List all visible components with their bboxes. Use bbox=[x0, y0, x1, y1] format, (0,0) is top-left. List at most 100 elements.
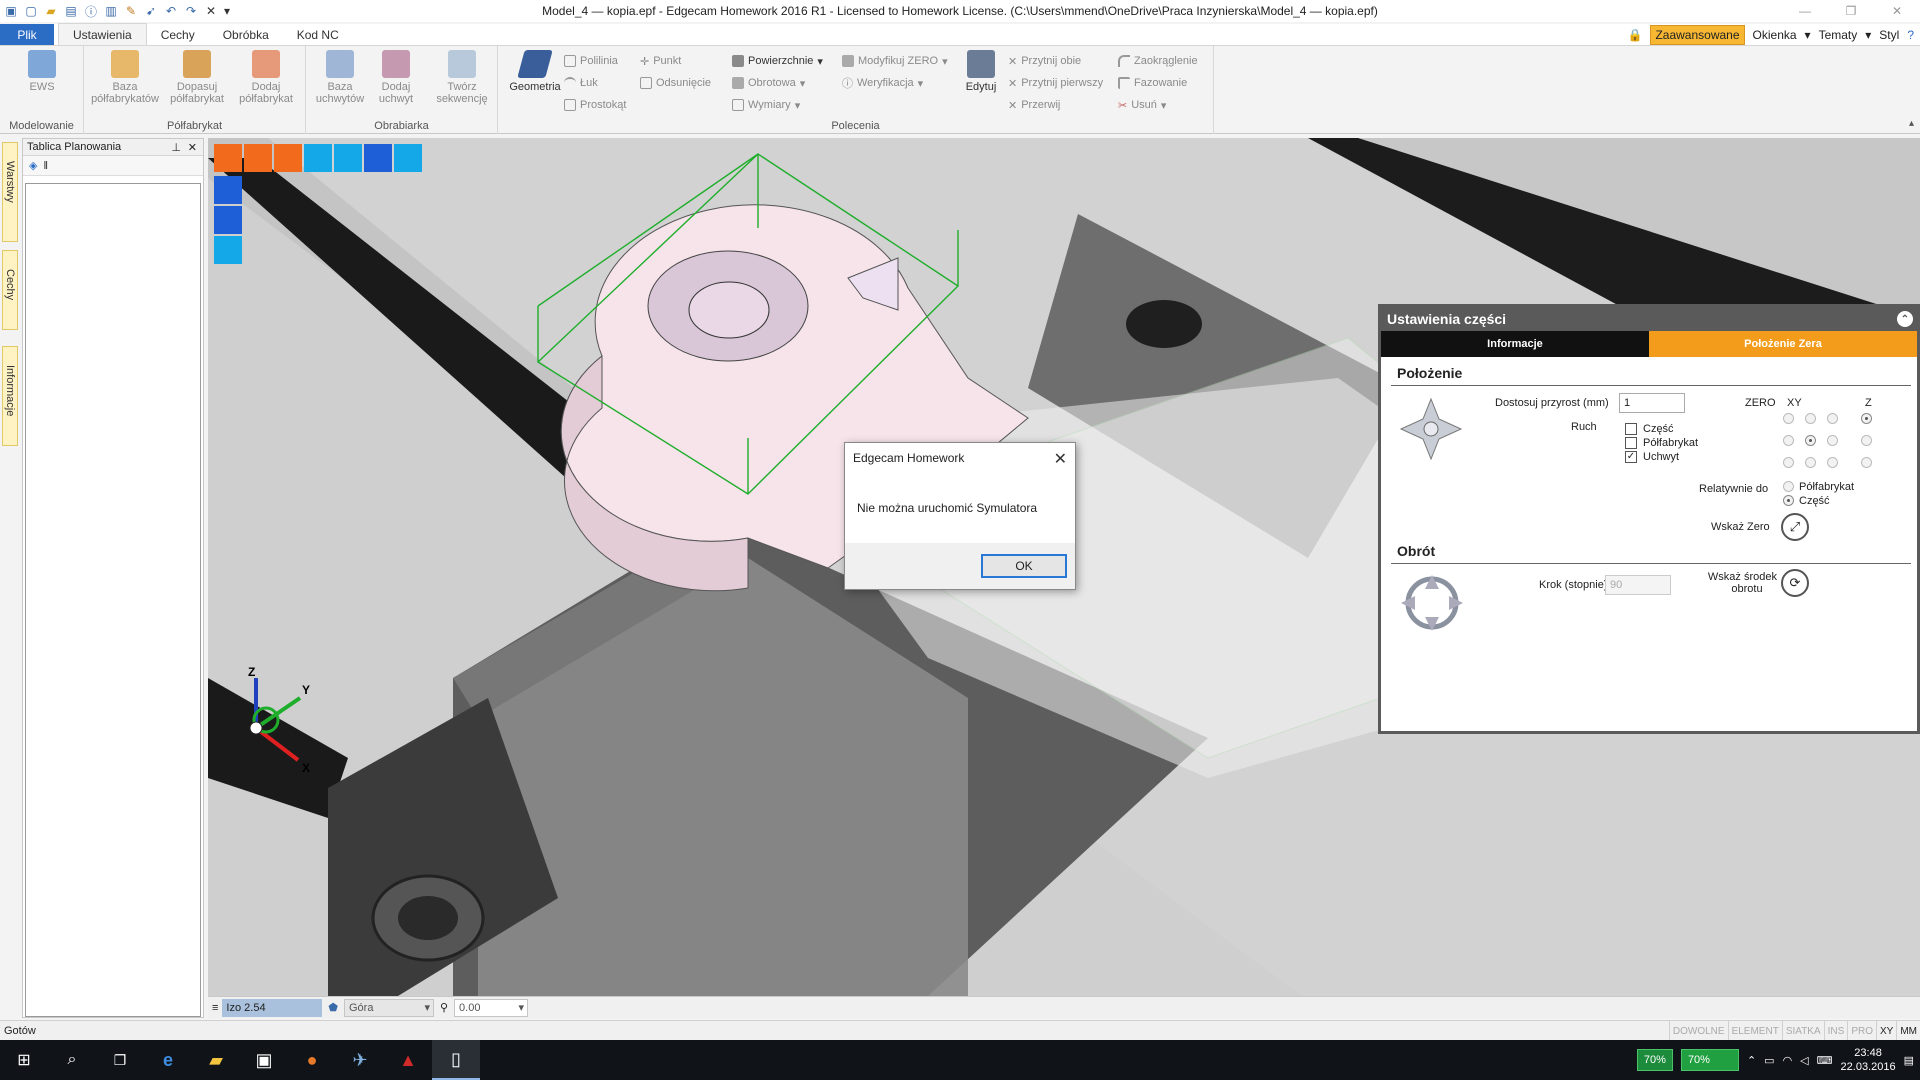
geometry-button[interactable]: Geometria bbox=[504, 50, 566, 93]
battery-indicator[interactable]: 70% bbox=[1680, 1049, 1739, 1071]
status-ins[interactable]: INS bbox=[1823, 1021, 1848, 1041]
lock-icon[interactable]: 🔒 bbox=[1628, 28, 1643, 42]
move-fixture-checkbox[interactable]: ✓ bbox=[1625, 451, 1637, 463]
view-icon[interactable]: ◈ bbox=[29, 159, 37, 172]
offset-button[interactable]: Odsunięcie bbox=[640, 74, 711, 92]
zoom-icon[interactable] bbox=[334, 144, 362, 172]
tab-zero-position[interactable]: Położenie Zera bbox=[1649, 331, 1917, 357]
move-stock-checkbox[interactable] bbox=[1625, 437, 1637, 449]
create-sequence-button[interactable]: Twórz sekwencję bbox=[430, 50, 494, 105]
fillet-button[interactable]: Zaokrąglenie bbox=[1118, 52, 1198, 70]
undo-icon[interactable]: ↶ bbox=[162, 2, 180, 20]
planning-tree[interactable] bbox=[25, 183, 201, 1017]
dropdown-icon[interactable]: ▾ bbox=[1805, 28, 1811, 42]
themes-menu[interactable]: Tematy bbox=[1819, 28, 1858, 42]
search-icon[interactable]: ⌕ bbox=[48, 1040, 96, 1080]
stock-base-button[interactable]: Baza półfabrykatów bbox=[90, 50, 160, 105]
save-icon[interactable]: ▤ bbox=[62, 2, 80, 20]
arc-button[interactable]: Łuk bbox=[564, 74, 598, 92]
collapse-ribbon-icon[interactable]: ▴ bbox=[1909, 118, 1914, 129]
side-tab-features[interactable]: Cechy bbox=[2, 250, 18, 330]
advanced-button[interactable]: Zaawansowane bbox=[1650, 25, 1745, 45]
zero-radio[interactable] bbox=[1861, 457, 1872, 468]
rectangle-button[interactable]: Prostokąt bbox=[564, 96, 626, 114]
tools-icon[interactable]: ✎ bbox=[122, 2, 140, 20]
volume-icon[interactable]: ◁ bbox=[1800, 1054, 1808, 1067]
battery-icon[interactable]: ▭ bbox=[1764, 1054, 1774, 1067]
tab-settings[interactable]: Ustawienia bbox=[58, 23, 147, 45]
pin-icon[interactable]: ⊥ bbox=[171, 141, 181, 154]
pause-icon[interactable]: ‖ bbox=[43, 160, 48, 172]
relative-part-radio[interactable] bbox=[1783, 495, 1794, 506]
break-button[interactable]: ✕ Przerwij bbox=[1008, 96, 1060, 114]
minimize-icon[interactable]: — bbox=[1782, 0, 1828, 22]
language-icon[interactable]: ⌨ bbox=[1817, 1054, 1833, 1067]
status-mm[interactable]: MM bbox=[1896, 1021, 1920, 1041]
depth-input[interactable]: 0.00 ▾ bbox=[454, 998, 529, 1017]
edge-icon[interactable]: e bbox=[144, 1040, 192, 1080]
battery-indicator[interactable]: 70% bbox=[1636, 1049, 1673, 1071]
info-icon[interactable]: ⓘ bbox=[82, 2, 100, 20]
view-select[interactable]: Góra ▾ bbox=[343, 998, 434, 1017]
wifi-icon[interactable]: ◠ bbox=[1783, 1054, 1793, 1067]
chevron-up-icon[interactable]: ⌃ bbox=[1747, 1054, 1756, 1067]
list-icon[interactable] bbox=[364, 144, 392, 172]
acrobat-icon[interactable]: ▲ bbox=[384, 1040, 432, 1080]
increment-input[interactable]: 1 bbox=[1619, 393, 1685, 413]
tab-nc-code[interactable]: Kod NC bbox=[283, 24, 353, 45]
cube-wire-icon[interactable] bbox=[214, 206, 242, 234]
zero-radio[interactable] bbox=[1861, 435, 1872, 446]
surfaces-button[interactable]: Powierzchnie ▾ bbox=[732, 52, 823, 70]
edit-button[interactable]: Edytuj bbox=[960, 50, 1002, 93]
style-menu[interactable]: Styl bbox=[1879, 28, 1899, 42]
zero-radio[interactable] bbox=[1805, 413, 1816, 424]
dimensions-button[interactable]: Wymiary ▾ bbox=[732, 96, 800, 114]
polyline-button[interactable]: Polilinia bbox=[564, 52, 618, 70]
firefox-icon[interactable]: ● bbox=[288, 1040, 336, 1080]
relative-stock-radio[interactable] bbox=[1783, 481, 1794, 492]
collapse-icon[interactable]: ⌃ bbox=[1897, 311, 1913, 327]
trim-first-button[interactable]: ✕ Przytnij pierwszy bbox=[1008, 74, 1103, 92]
tab-file[interactable]: Plik bbox=[0, 24, 54, 45]
customize-qat-icon[interactable]: ▾ bbox=[222, 2, 232, 20]
open-folder-icon[interactable]: ▰ bbox=[42, 2, 60, 20]
status-element[interactable]: ELEMENT bbox=[1727, 1021, 1782, 1041]
grid-icon[interactable] bbox=[394, 144, 422, 172]
zero-radio[interactable] bbox=[1783, 413, 1794, 424]
cancel-icon[interactable]: ✕ bbox=[202, 2, 220, 20]
iso-view-field[interactable]: Izo 2.54 bbox=[222, 998, 323, 1017]
cube-view-icon[interactable] bbox=[214, 176, 242, 204]
tab-information[interactable]: Informacje bbox=[1381, 331, 1649, 357]
tab-features[interactable]: Cechy bbox=[147, 24, 209, 45]
add-fixture-button[interactable]: Dodaj uchwyt bbox=[368, 50, 424, 105]
rotation-button[interactable]: Obrotowa ▾ bbox=[732, 74, 805, 92]
show-rotation-center-button[interactable]: ⟳ bbox=[1781, 569, 1809, 597]
close-window-icon[interactable]: ✕ bbox=[1874, 0, 1920, 22]
verification-button[interactable]: ⓘ Weryfikacja ▾ bbox=[842, 74, 923, 92]
store-icon[interactable]: ▣ bbox=[240, 1040, 288, 1080]
close-icon[interactable]: ✕ bbox=[1054, 449, 1067, 469]
view-solid-icon[interactable] bbox=[214, 144, 242, 172]
status-free[interactable]: DOWOLNE bbox=[1668, 1021, 1728, 1041]
side-tab-information[interactable]: Informacje bbox=[2, 346, 18, 446]
zero-radio[interactable] bbox=[1827, 457, 1838, 468]
notifications-icon[interactable]: ▤ bbox=[1904, 1054, 1914, 1067]
chamfer-button[interactable]: Fazowanie bbox=[1118, 74, 1187, 92]
status-grid[interactable]: SIATKA bbox=[1781, 1021, 1824, 1041]
layers-icon[interactable]: ≡ bbox=[208, 1002, 222, 1014]
redo-icon[interactable]: ↷ bbox=[182, 2, 200, 20]
step-input[interactable]: 90 bbox=[1605, 575, 1671, 595]
fixture-base-button[interactable]: Baza uchwytów bbox=[312, 50, 368, 105]
modify-zero-button[interactable]: Modyfikuj ZERO ▾ bbox=[842, 52, 948, 70]
status-xy[interactable]: XY bbox=[1875, 1021, 1896, 1041]
zero-radio[interactable] bbox=[1805, 457, 1816, 468]
delete-button[interactable]: ✂ Usuń ▾ bbox=[1118, 96, 1166, 114]
edgecam-taskbar-icon[interactable]: ▯ bbox=[432, 1040, 480, 1080]
status-pro[interactable]: PRO bbox=[1847, 1021, 1876, 1041]
view-layout-icon[interactable] bbox=[274, 144, 302, 172]
tab-machining[interactable]: Obróbka bbox=[209, 24, 283, 45]
clock[interactable]: 23:48 22.03.2016 bbox=[1841, 1046, 1896, 1074]
start-icon[interactable]: ⊞ bbox=[0, 1040, 48, 1080]
app-icon[interactable]: ✈ bbox=[336, 1040, 384, 1080]
side-tab-layers[interactable]: Warstwy bbox=[2, 142, 18, 242]
